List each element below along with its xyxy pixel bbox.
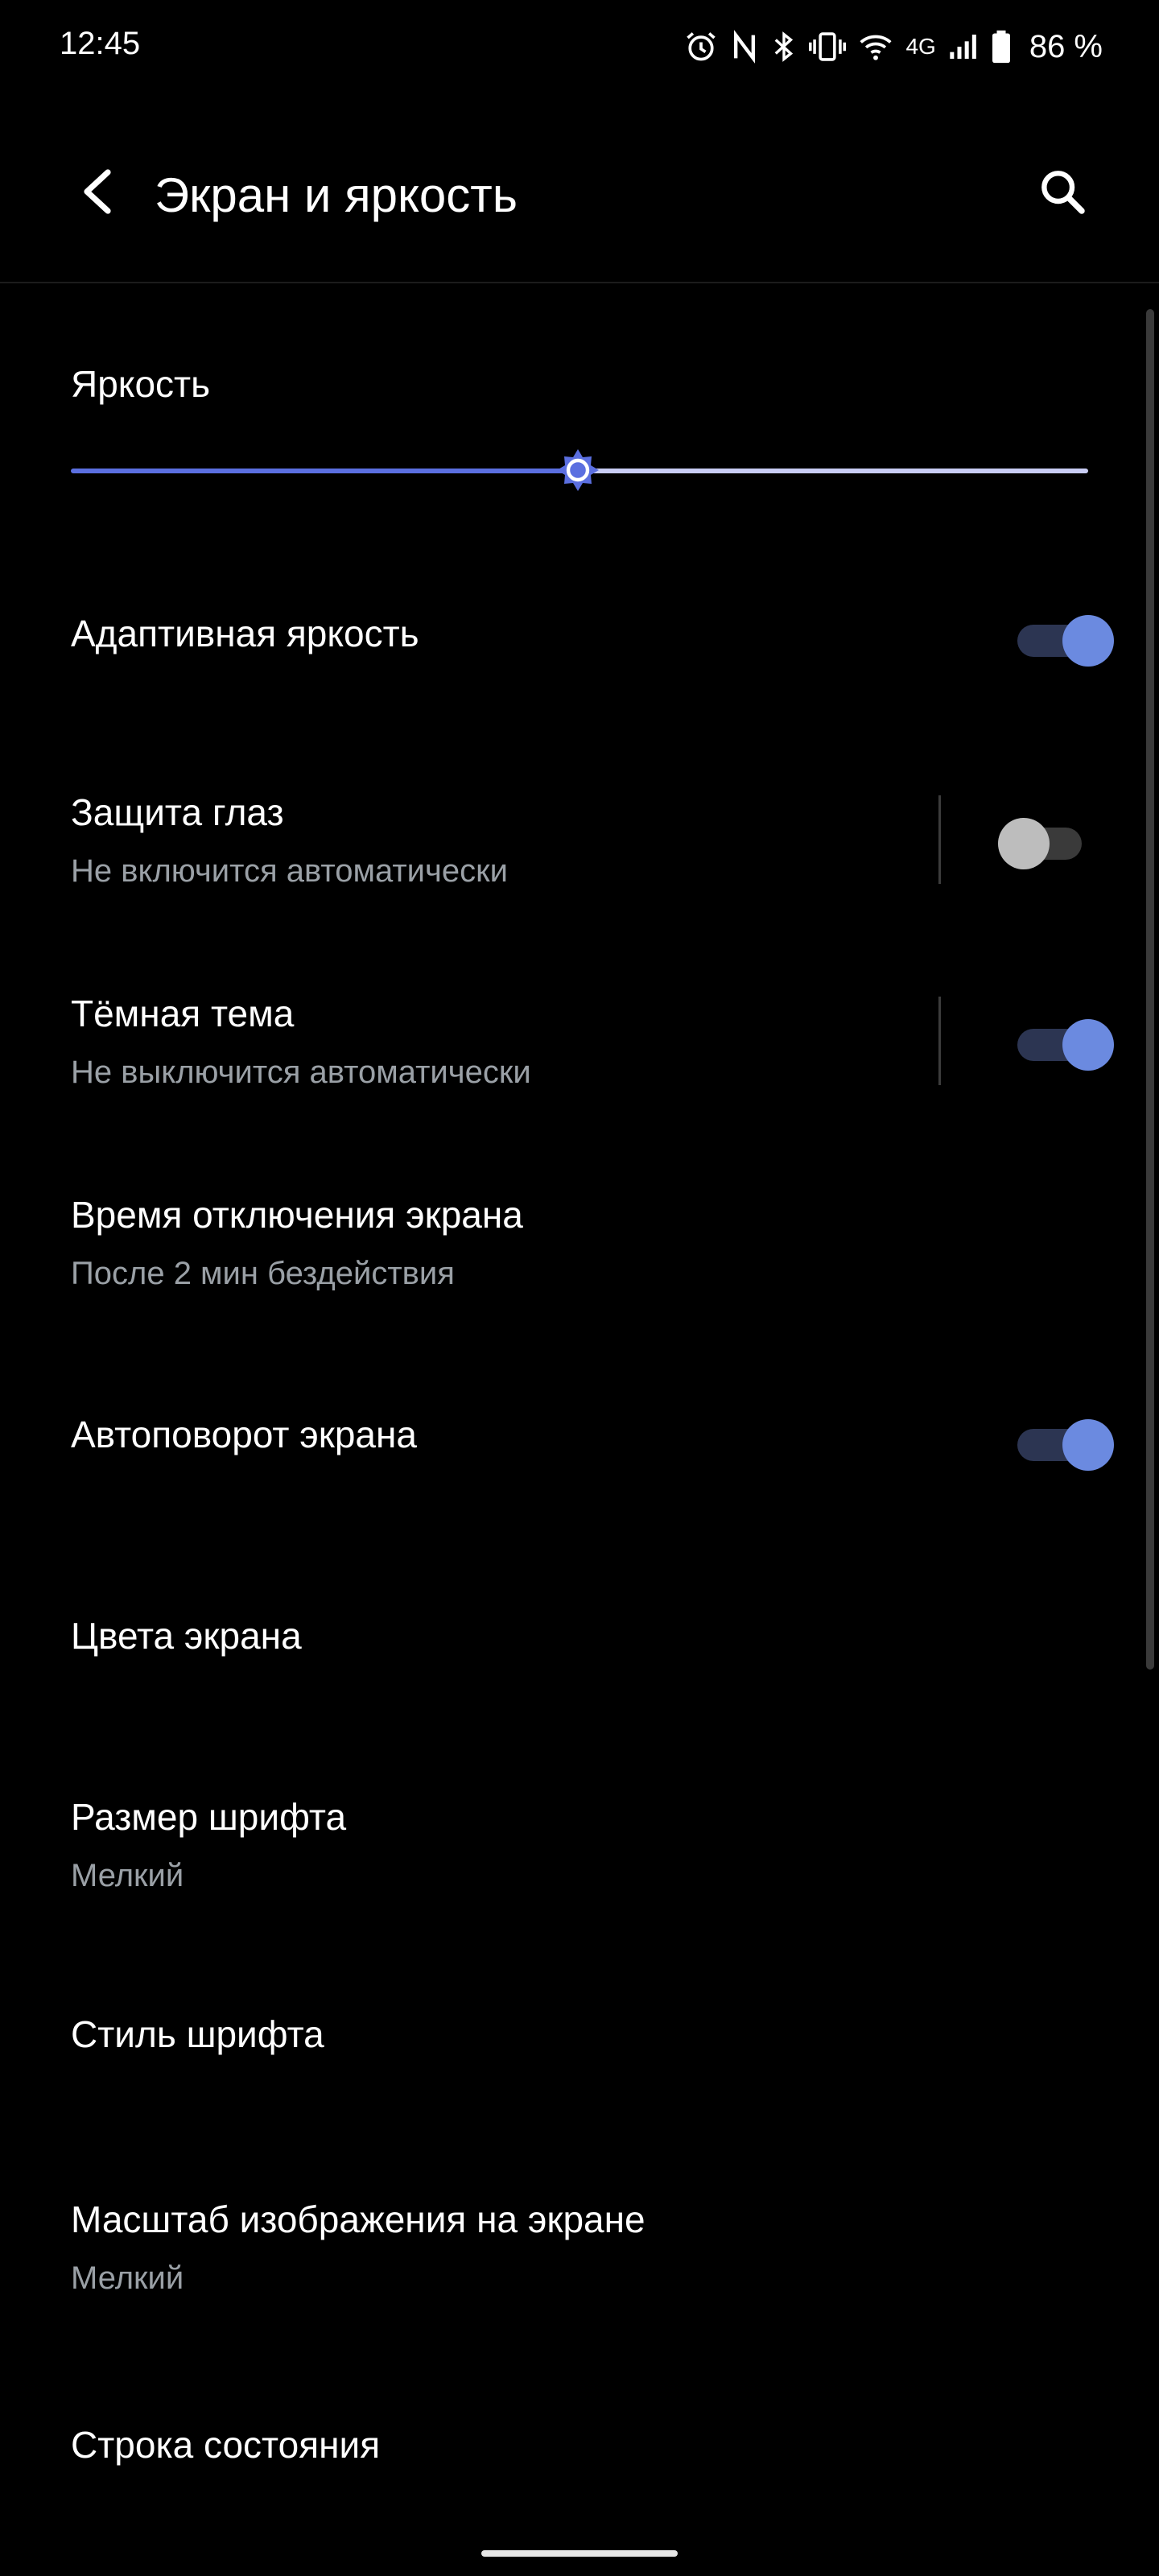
eye-protection-toggle[interactable]	[998, 815, 1095, 869]
brightness-slider-track[interactable]	[578, 469, 1088, 473]
dark-theme-subtitle: Не выключится автоматически	[71, 1055, 531, 1090]
bluetooth-icon	[770, 29, 798, 64]
nfc-icon	[730, 29, 759, 64]
status-time: 12:45	[60, 26, 141, 61]
dark-theme-item[interactable]: Тёмная тема Не выключится автоматически	[0, 974, 1159, 1111]
display-scale-title: Масштаб изображения на экране	[71, 2198, 645, 2240]
dark-theme-toggle[interactable]	[1017, 1016, 1114, 1071]
back-button[interactable]	[64, 161, 129, 225]
eye-protection-subtitle: Не включится автоматически	[71, 853, 508, 889]
wifi-icon	[857, 29, 894, 64]
adaptive-brightness-toggle[interactable]	[1017, 612, 1114, 667]
eye-protection-title: Защита глаз	[71, 791, 284, 833]
battery-icon	[991, 29, 1012, 64]
screen-timeout-title: Время отключения экрана	[71, 1194, 523, 1236]
brightness-slider-track-filled[interactable]	[71, 469, 578, 473]
adaptive-brightness-item[interactable]: Адаптивная яркость	[0, 580, 1159, 700]
status-bar-title: Строка состояния	[71, 2424, 381, 2466]
eye-protection-item[interactable]: Защита глаз Не включится автоматически	[0, 773, 1159, 910]
brightness-label: Яркость	[71, 363, 211, 405]
font-size-item[interactable]: Размер шрифта Мелкий	[0, 1779, 1159, 1916]
brightness-setting: Яркость	[0, 338, 1159, 531]
search-icon	[1037, 166, 1088, 221]
dark-theme-separator	[938, 997, 941, 1085]
auto-rotate-item[interactable]: Автоповорот экрана	[0, 1381, 1159, 1501]
alarm-icon	[683, 29, 719, 64]
font-size-title: Размер шрифта	[71, 1796, 347, 1838]
network-type: 4G	[905, 34, 936, 59]
search-button[interactable]	[1029, 159, 1096, 227]
display-scale-item[interactable]: Масштаб изображения на экране Мелкий	[0, 2182, 1159, 2318]
vibrate-icon	[809, 29, 847, 64]
signal-icon	[947, 29, 980, 64]
sun-icon	[555, 449, 600, 496]
font-style-item[interactable]: Стиль шрифта	[0, 1980, 1159, 2101]
font-style-title: Стиль шрифта	[71, 2013, 324, 2055]
auto-rotate-toggle[interactable]	[1017, 1416, 1114, 1471]
page-title: Экран и яркость	[155, 168, 518, 222]
dark-theme-title: Тёмная тема	[71, 993, 295, 1034]
back-arrow-icon	[79, 167, 114, 220]
auto-rotate-title: Автоповорот экрана	[71, 1414, 417, 1455]
screen-colors-title: Цвета экрана	[71, 1615, 302, 1657]
eye-protection-separator	[938, 795, 941, 884]
status-bar-item[interactable]: Строка состояния	[0, 2391, 1159, 2512]
app-bar: Экран и яркость	[0, 137, 1159, 282]
header-divider	[0, 282, 1159, 283]
font-size-subtitle: Мелкий	[71, 1858, 184, 1893]
screen-timeout-item[interactable]: Время отключения экрана После 2 мин безд…	[0, 1175, 1159, 1312]
status-bar: 12:45 4G 86 %	[0, 0, 1159, 97]
brightness-slider-thumb[interactable]	[555, 448, 600, 493]
status-icons: 4G 86 %	[683, 24, 1103, 69]
screen-colors-item[interactable]: Цвета экрана	[0, 1582, 1159, 1703]
screen-timeout-subtitle: После 2 мин бездействия	[71, 1256, 455, 1291]
battery-percent: 86 %	[1029, 28, 1103, 64]
home-indicator[interactable]	[481, 2550, 678, 2557]
adaptive-brightness-title: Адаптивная яркость	[71, 613, 419, 654]
display-scale-subtitle: Мелкий	[71, 2260, 184, 2296]
